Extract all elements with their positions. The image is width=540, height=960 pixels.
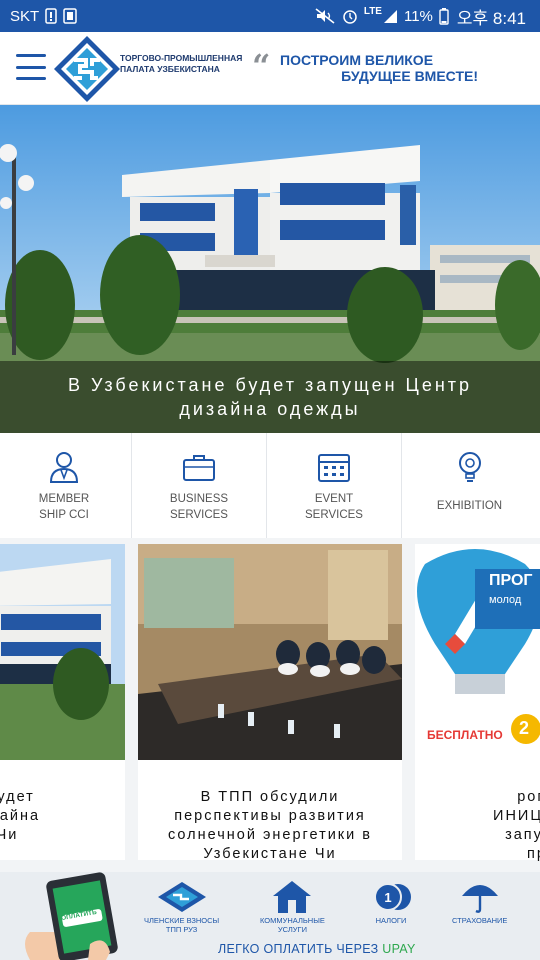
upay-banner[interactable]: ОПЛАТИТЬ ЧЛЕНСКИЕ ВЗНОСЫ ТПП РУЗ КОММУНА… [0,872,540,960]
cci-logo[interactable] [52,34,122,104]
service-label-line: BUSINESS [169,493,229,505]
upay-tagline-text: ЛЕГКО ОПЛАТИТЬ ЧЕРЕЗ [218,942,383,956]
news-thumbnail [138,544,402,760]
pay-label: ЧЛЕНСКИЕ ВЗНОСЫ ТПП РУЗ [144,916,219,934]
news-thumbnail: ПРОГ молод БЕСПЛАТНО 2 [415,544,540,760]
service-label: EVENT SERVICES [274,491,394,523]
news-title: В ТПП обсудили перспективы развития солн… [138,788,402,862]
pay-utilities[interactable]: КОММУНАЛЬНЫЕ УСЛУГИ [260,880,325,934]
news-title-line: рограм [517,789,540,805]
battery-icon [439,7,449,25]
network-label: LTE [363,5,382,17]
briefcase-icon [181,449,217,485]
pay-label-line: УСЛУГИ [277,925,307,934]
promo-free-label: БЕСПЛАТНО [427,728,503,742]
lte-signal-icon: LTE [363,5,398,24]
quote-icon: “ [252,47,271,85]
calendar-icon [316,449,352,485]
news-card[interactable]: ане будет тр дизайна ды Чи [0,544,125,860]
service-label-line: SERVICES [170,509,228,521]
service-label: BUSINESS SERVICES [139,491,259,523]
cci-logo-icon [157,880,207,914]
news-card[interactable]: ПРОГ молод БЕСПЛАТНО 2 рограм ИНИЦИАТИВ … [415,544,540,862]
hero-caption-line-1: В Узбекистане будет запущен Центр [67,375,473,395]
hamburger-menu-button[interactable] [16,54,46,80]
news-title-line: прое [526,846,540,862]
pay-label: СТРАХОВАНИЕ [452,916,507,925]
upay-brand: UPAY [382,942,416,956]
pay-label-line: НАЛОГИ [375,916,407,925]
news-thumbnail [0,544,125,760]
promo-number: 2 [519,718,530,738]
pay-label-line: ТПП РУЗ [165,925,198,934]
news-title-line: В ТПП обсудили [200,789,340,805]
clock: 오후 8:41 [456,8,526,28]
service-events[interactable]: EVENT SERVICES [267,433,402,538]
pay-taxes[interactable]: 1 НАЛОГИ [366,880,416,925]
house-icon [267,880,317,914]
upay-tagline: ЛЕГКО ОПЛАТИТЬ ЧЕРЕЗ UPAY [218,942,416,956]
service-label-line: EXHIBITION [436,500,503,512]
news-title-line: запустить [505,827,540,843]
service-label: EXHIBITION [410,498,530,514]
battery-percent: 11% [403,7,433,25]
slogan-line-1: ПОСТРОИМ ВЕЛИКОЕ [280,52,434,68]
alert-icon [45,8,57,24]
hero-caption: В Узбекистане будет запущен Центр дизайн… [0,361,540,433]
promo-heading: ПРОГ [489,572,533,589]
hero-slide[interactable]: В Узбекистане будет запущен Центр дизайн… [0,105,540,433]
slogan-line-2: БУДУЩЕЕ ВМЕСТЕ! [341,68,478,84]
coins-icon: 1 [366,880,416,914]
service-label-line: SHIP CCI [39,509,89,521]
news-title-line: ИНИЦИАТИВ [493,808,540,824]
news-title: рограм ИНИЦИАТИВ запустить прое [415,788,540,862]
service-label-line: EVENT [314,493,354,505]
news-title-line: солнечной энергетики в [168,827,372,843]
pay-label: КОММУНАЛЬНЫЕ УСЛУГИ [260,916,325,934]
pay-insurance[interactable]: СТРАХОВАНИЕ [452,880,507,925]
service-membership[interactable]: MEMBER SHIP CCI [0,433,132,538]
service-label-line: MEMBER [38,493,90,505]
pay-label-line: СТРАХОВАНИЕ [452,916,508,925]
alarm-icon [342,8,358,24]
promo-subheading: молод [489,594,522,606]
lightbulb-icon [452,449,488,485]
news-card[interactable]: В ТПП обсудили перспективы развития солн… [138,544,402,862]
org-name: ТОРГОВО-ПРОМЫШЛЕННАЯ ПАЛАТА УЗБЕКИСТАНА [120,53,243,74]
pay-membership[interactable]: ЧЛЕНСКИЕ ВЗНОСЫ ТПП РУЗ [144,880,219,934]
pay-label-line: КОММУНАЛЬНЫЕ [260,916,325,925]
service-label: MEMBER SHIP CCI [4,491,124,523]
services-menu: MEMBER SHIP CCI BUSINESS SERVICES EVENT … [0,433,540,538]
app-screen: SKT LTE 11% 오후 8:41 ТОРГОВО-ПРОМЫШЛЕННАЯ… [0,0,540,960]
menu-bar [16,77,46,80]
service-business[interactable]: BUSINESS SERVICES [132,433,267,538]
hero-caption-line-2: дизайна одежды [179,399,361,419]
app-header: ТОРГОВО-ПРОМЫШЛЕННАЯ ПАЛАТА УЗБЕКИСТАНА … [0,32,540,105]
news-carousel[interactable]: ане будет тр дизайна ды Чи [0,544,540,862]
gallery-icon [63,8,77,24]
menu-bar [16,54,46,57]
member-icon [46,449,82,485]
pay-label-line: ЧЛЕНСКИЕ ВЗНОСЫ [144,916,220,925]
status-bar: SKT LTE 11% 오후 8:41 [0,0,540,32]
news-title-line: тр дизайна [0,808,41,824]
news-title: ане будет тр дизайна ды Чи [0,788,125,845]
news-title-line: перспективы развития [174,808,366,824]
mute-icon [314,8,336,24]
menu-bar [16,65,46,69]
news-title-line: ане будет [0,789,35,805]
news-title-line: ды Чи [0,827,19,843]
pay-label: НАЛОГИ [376,916,407,925]
svg-text:1: 1 [384,890,391,905]
umbrella-icon [455,880,505,914]
service-exhibition[interactable]: EXHIBITION [402,433,537,538]
service-label-line: SERVICES [305,509,363,521]
carrier-label: SKT [10,7,40,25]
news-title-line: Узбекистане Чи [203,846,337,862]
